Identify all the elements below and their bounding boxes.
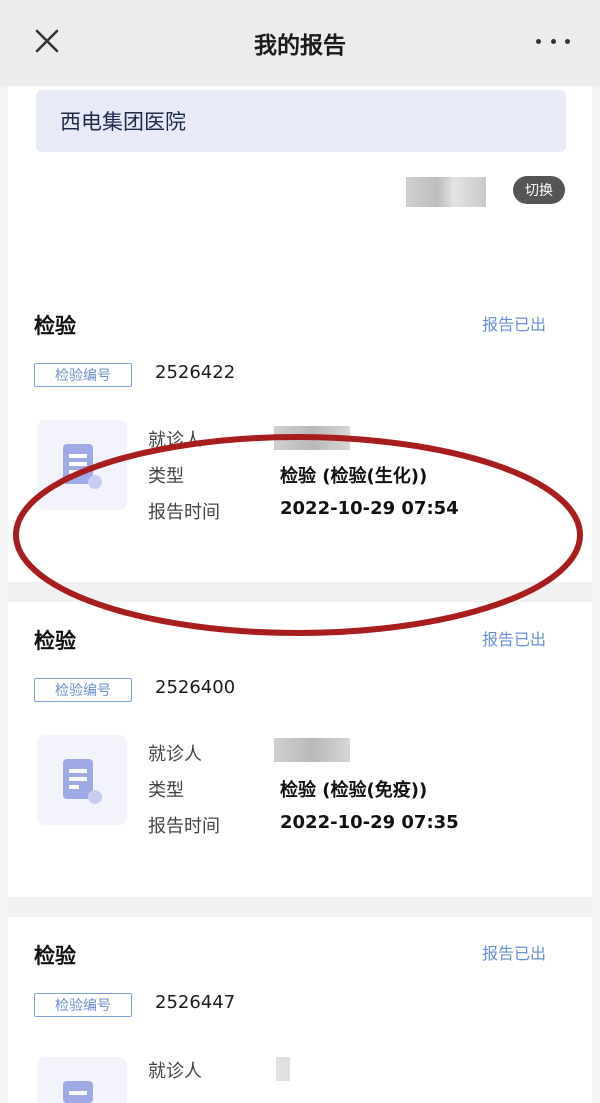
report-status[interactable]: 报告已出 bbox=[482, 626, 546, 650]
report-id-tag: 检验编号 bbox=[34, 993, 132, 1017]
report-title: 检验 bbox=[34, 629, 76, 653]
main-content: 西电集团医院 切换 检查 检验 检验 报告已出 检验编号 2526422 就诊人… bbox=[8, 86, 592, 1103]
type-label: 类型 bbox=[148, 780, 184, 801]
report-status[interactable]: 报告已出 bbox=[482, 311, 546, 335]
report-id-tag: 检验编号 bbox=[34, 678, 132, 702]
report-id-value: 2526447 bbox=[155, 992, 236, 1013]
card-divider bbox=[8, 897, 592, 917]
report-time-value: 2022-10-29 07:54 bbox=[280, 498, 459, 519]
report-time-value: 2022-10-29 07:35 bbox=[280, 812, 459, 833]
more-icon[interactable] bbox=[536, 30, 570, 52]
patient-name-blurred bbox=[406, 177, 486, 207]
document-icon bbox=[37, 1057, 127, 1103]
report-id-tag: 检验编号 bbox=[34, 363, 132, 387]
document-icon bbox=[37, 735, 127, 825]
report-time-label: 报告时间 bbox=[148, 502, 220, 523]
type-value: 检验 (检验(生化)) bbox=[280, 466, 428, 487]
card-divider bbox=[8, 582, 592, 602]
patient-label: 就诊人 bbox=[148, 744, 202, 765]
report-status[interactable]: 报告已出 bbox=[482, 940, 546, 964]
report-time-label: 报告时间 bbox=[148, 816, 220, 837]
patient-name-blurred bbox=[274, 738, 350, 762]
type-label: 类型 bbox=[148, 466, 184, 487]
report-title: 检验 bbox=[34, 944, 76, 968]
report-card[interactable]: 检验 报告已出 检验编号 2526447 就诊人 bbox=[8, 917, 592, 1103]
close-icon[interactable] bbox=[32, 26, 62, 56]
patient-name-blurred bbox=[274, 426, 350, 450]
report-id-value: 2526422 bbox=[155, 362, 236, 383]
patient-name-blurred bbox=[276, 1057, 290, 1081]
report-id-value: 2526400 bbox=[155, 677, 236, 698]
switch-patient-button[interactable]: 切换 bbox=[513, 176, 565, 204]
report-title: 检验 bbox=[34, 314, 76, 338]
document-icon bbox=[37, 420, 127, 510]
page-title: 我的报告 bbox=[254, 33, 346, 59]
patient-label: 就诊人 bbox=[148, 1061, 202, 1082]
hospital-selector[interactable]: 西电集团医院 bbox=[36, 90, 566, 152]
report-card[interactable]: 检验 报告已出 检验编号 2526422 就诊人 类型 检验 (检验(生化)) … bbox=[8, 291, 592, 582]
type-value: 检验 (检验(免疫)) bbox=[280, 780, 428, 801]
hospital-name: 西电集团医院 bbox=[60, 110, 186, 134]
top-nav-bar: 我的报告 bbox=[0, 0, 600, 86]
patient-label: 就诊人 bbox=[148, 430, 202, 451]
report-card[interactable]: 检验 报告已出 检验编号 2526400 就诊人 类型 检验 (检验(免疫)) … bbox=[8, 602, 592, 897]
